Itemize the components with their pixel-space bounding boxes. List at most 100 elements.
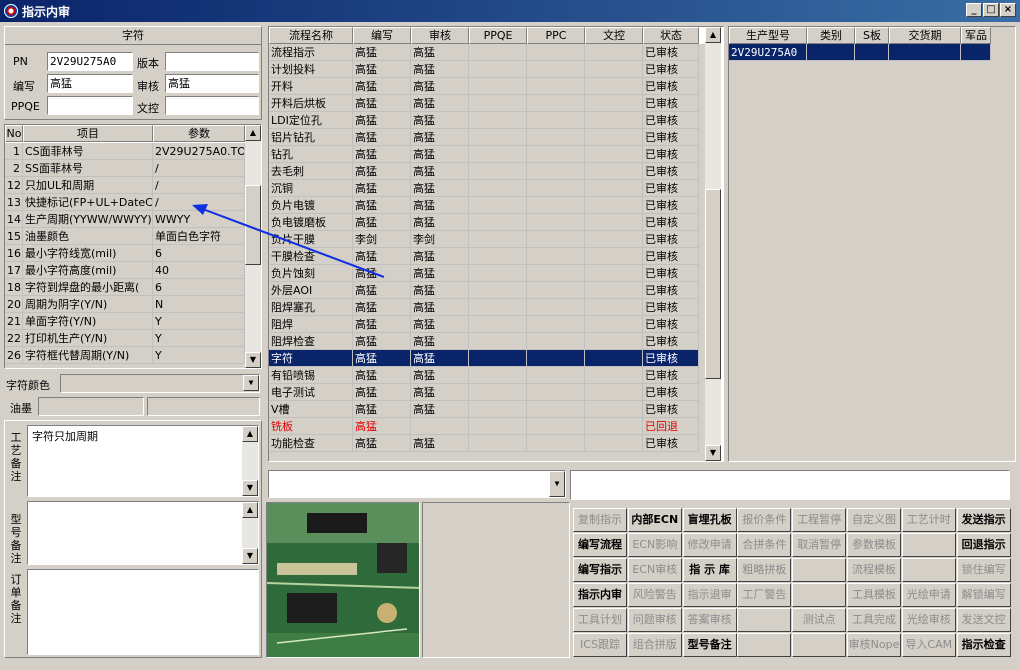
- action-button[interactable]: 审核Nope: [847, 633, 901, 657]
- flow-row[interactable]: 沉铜 高猛 高猛 已审核: [269, 180, 699, 197]
- params-row[interactable]: 18 字符到焊盘的最小距离(6: [5, 279, 245, 296]
- action-button[interactable]: 流程模板: [847, 558, 901, 582]
- flow-row[interactable]: 计划投料 高猛 高猛 已审核: [269, 61, 699, 78]
- action-button[interactable]: [901, 558, 956, 582]
- models-header-1[interactable]: 类别: [807, 27, 855, 44]
- flow-row[interactable]: 钻孔 高猛 高猛 已审核: [269, 146, 699, 163]
- scroll-up-icon[interactable]: ▲: [705, 27, 721, 43]
- flow-scrollbar[interactable]: ▲ ▼: [705, 27, 721, 461]
- version-field[interactable]: [165, 52, 259, 71]
- action-button[interactable]: 问题审核: [627, 608, 682, 632]
- maximize-button[interactable]: □: [983, 3, 999, 17]
- action-button[interactable]: ECN审核: [627, 558, 682, 582]
- action-button[interactable]: 指示检查: [956, 633, 1011, 657]
- flow-row[interactable]: 外层AOI 高猛 高猛 已审核: [269, 282, 699, 299]
- params-row[interactable]: 21 单面字符(Y/N) Y: [5, 313, 245, 330]
- action-button[interactable]: 盲埋孔板: [682, 508, 737, 532]
- action-button[interactable]: 工具模板: [847, 583, 901, 607]
- flow-row[interactable]: 阻焊检查 高猛 高猛 已审核: [269, 333, 699, 350]
- params-row[interactable]: 17 最小字符高度(mil) 40: [5, 262, 245, 279]
- action-button[interactable]: 光绘审核: [901, 608, 956, 632]
- flow-header-5[interactable]: 文控: [585, 27, 643, 44]
- action-button[interactable]: 取消暂停: [792, 533, 847, 557]
- scroll-thumb[interactable]: [705, 189, 721, 379]
- params-scrollbar[interactable]: ▲ ▼: [245, 125, 261, 368]
- scroll-up-icon[interactable]: ▲: [242, 502, 258, 518]
- action-button[interactable]: [792, 583, 847, 607]
- action-button[interactable]: [792, 633, 847, 657]
- flow-header-6[interactable]: 状态: [643, 27, 699, 44]
- params-row[interactable]: 15 油墨颜色 单面白色字符: [5, 228, 245, 245]
- scroll-down-icon[interactable]: ▼: [242, 548, 258, 564]
- models-header-3[interactable]: 交货期: [889, 27, 961, 44]
- flow-row[interactable]: 开料 高猛 高猛 已审核: [269, 78, 699, 95]
- flow-row[interactable]: 阻焊 高猛 高猛 已审核: [269, 316, 699, 333]
- models-header-0[interactable]: 生产型号: [729, 27, 807, 44]
- params-row[interactable]: 12 只加UL和周期 /: [5, 177, 245, 194]
- action-button[interactable]: 工厂警告: [737, 583, 792, 607]
- flow-row[interactable]: 功能检查 高猛 高猛 已审核: [269, 435, 699, 452]
- params-header-item[interactable]: 项目: [23, 125, 153, 142]
- action-button[interactable]: 组合拼版: [627, 633, 682, 657]
- params-row[interactable]: 13 快捷标记(FP+UL+DateCo /: [5, 194, 245, 211]
- action-button[interactable]: 指 示 库: [682, 558, 737, 582]
- flow-row[interactable]: 干膜检查 高猛 高猛 已审核: [269, 248, 699, 265]
- models-header-4[interactable]: 军品: [961, 27, 991, 44]
- action-button[interactable]: 编写流程: [573, 533, 627, 557]
- flow-row[interactable]: 负片干膜 李剑 李剑 已审核: [269, 231, 699, 248]
- pn-field[interactable]: 2V29U275A0: [47, 52, 133, 71]
- scroll-up-icon[interactable]: ▲: [245, 125, 261, 141]
- chevron-down-icon[interactable]: ▼: [549, 471, 565, 497]
- flow-header-4[interactable]: PPC: [527, 27, 585, 44]
- combo-input[interactable]: ▼: [268, 470, 566, 498]
- action-button[interactable]: 发送指示: [956, 508, 1011, 532]
- scroll-up-icon[interactable]: ▲: [242, 426, 258, 442]
- flow-row[interactable]: 流程指示 高猛 高猛 已审核: [269, 44, 699, 61]
- action-button[interactable]: 锁住编写: [956, 558, 1011, 582]
- flow-header-1[interactable]: 编写: [353, 27, 411, 44]
- action-button[interactable]: 回退指示: [956, 533, 1011, 557]
- action-button[interactable]: 答案审核: [682, 608, 737, 632]
- flow-row[interactable]: 铝片钻孔 高猛 高猛 已审核: [269, 129, 699, 146]
- action-button[interactable]: 工程暂停: [792, 508, 847, 532]
- action-button[interactable]: 测试点: [792, 608, 847, 632]
- flow-row[interactable]: 负电镀磨板 高猛 高猛 已审核: [269, 214, 699, 231]
- flow-row[interactable]: 开料后烘板 高猛 高猛 已审核: [269, 95, 699, 112]
- flow-header-2[interactable]: 审核: [411, 27, 469, 44]
- action-button[interactable]: 工艺计时: [901, 508, 956, 532]
- char-color-select[interactable]: ▼: [60, 374, 260, 393]
- flow-row[interactable]: 去毛刺 高猛 高猛 已审核: [269, 163, 699, 180]
- params-row[interactable]: 26 字符框代替周期(Y/N) Y: [5, 347, 245, 364]
- scroll-thumb[interactable]: [245, 185, 261, 265]
- params-row[interactable]: 20 周期为阴字(Y/N) N: [5, 296, 245, 313]
- params-row[interactable]: 1 CS面菲林号 2V29U275A0.TO: [5, 143, 245, 160]
- action-button[interactable]: 粗略拼板: [737, 558, 792, 582]
- action-button[interactable]: 解锁编写: [956, 583, 1011, 607]
- ink-field-1[interactable]: [38, 397, 144, 416]
- scroll-down-icon[interactable]: ▼: [245, 352, 261, 368]
- ink-field-2[interactable]: [147, 397, 260, 416]
- action-button[interactable]: 合拼条件: [737, 533, 792, 557]
- author-field[interactable]: 高猛: [47, 74, 133, 93]
- action-button[interactable]: 自定义图: [847, 508, 901, 532]
- flow-header-0[interactable]: 流程名称: [269, 27, 353, 44]
- action-button[interactable]: ICS跟踪: [573, 633, 627, 657]
- action-button[interactable]: [792, 558, 847, 582]
- action-button[interactable]: 导入CAM: [901, 633, 956, 657]
- process-notes-field[interactable]: 字符只加周期 ▲ ▼: [27, 425, 259, 497]
- scroll-down-icon[interactable]: ▼: [705, 445, 721, 461]
- action-button[interactable]: 指示退审: [682, 583, 737, 607]
- action-button[interactable]: 风险警告: [627, 583, 682, 607]
- scroll-down-icon[interactable]: ▼: [242, 480, 258, 496]
- doc-control-field[interactable]: [165, 96, 259, 115]
- action-button[interactable]: 工具完成: [847, 608, 901, 632]
- action-button[interactable]: 复制指示: [573, 508, 627, 532]
- models-row[interactable]: 2V29U275A0: [729, 44, 991, 61]
- flow-row[interactable]: 电子测试 高猛 高猛 已审核: [269, 384, 699, 401]
- action-button[interactable]: [737, 608, 792, 632]
- flow-row[interactable]: V槽 高猛 高猛 已审核: [269, 401, 699, 418]
- params-header-no[interactable]: No: [5, 125, 23, 142]
- flow-row[interactable]: LDI定位孔 高猛 高猛 已审核: [269, 112, 699, 129]
- flow-row[interactable]: 有铅喷锡 高猛 高猛 已审核: [269, 367, 699, 384]
- action-button[interactable]: [737, 633, 792, 657]
